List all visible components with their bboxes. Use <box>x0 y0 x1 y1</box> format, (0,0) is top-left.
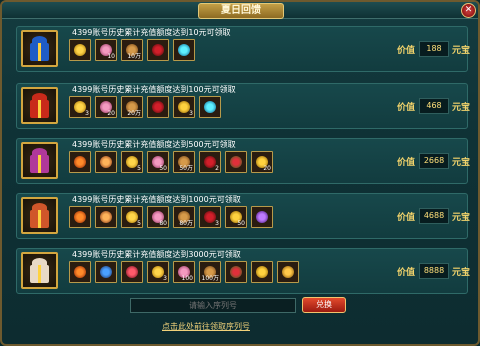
value-unit: 元宝 <box>452 158 471 168</box>
blue-orb-icon[interactable] <box>199 96 221 118</box>
item-count: 20万 <box>127 110 141 117</box>
value-label: 价值 <box>397 268 416 278</box>
redeem-button[interactable]: 兑换 <box>302 297 346 313</box>
item-count: 3 <box>85 110 89 117</box>
gold-bar-icon[interactable]: 20 <box>251 151 273 173</box>
get-serial-link[interactable]: 点击此处前往领取序列号 <box>162 321 250 332</box>
gold-orb-icon[interactable]: 5 <box>121 151 143 173</box>
item-count: 20 <box>107 110 115 117</box>
pink-gem-icon[interactable]: 80 <box>147 206 169 228</box>
gold-bar-icon[interactable]: 3 <box>173 96 195 118</box>
rose-icon[interactable] <box>147 39 169 61</box>
gold-ring-icon[interactable] <box>277 261 299 283</box>
value-label: 价值 <box>397 213 416 223</box>
item-count: 3 <box>189 110 193 117</box>
blue-orb-icon[interactable] <box>173 39 195 61</box>
gift-box-icon[interactable] <box>21 142 58 179</box>
item-count: 3 <box>163 275 167 282</box>
tier-requirement-text: 4399账号历史累计充值额度达到1000元可领取 <box>72 195 241 204</box>
gold-bar-icon[interactable] <box>251 261 273 283</box>
reward-tier-row: 4399账号历史累计充值额度达到3000元可领取 3 100 100万 价值 8888 … <box>16 248 471 294</box>
value-amount: 188 <box>419 41 449 57</box>
reward-tier-row: 4399账号历史累计充值额度达到1000元可领取 5 80 80万 3 50 价值 4688… <box>16 193 471 239</box>
tier-value: 价值 468 元宝 <box>397 98 471 114</box>
item-count: 100 <box>181 275 193 282</box>
item-count: 50万 <box>179 165 193 172</box>
blue-armor-icon[interactable] <box>95 261 117 283</box>
redeem-area: 兑换 点击此处前往领取序列号 <box>2 292 478 344</box>
red-gem-icon[interactable] <box>121 261 143 283</box>
fire-orb-icon[interactable] <box>69 206 91 228</box>
gift-box-icon[interactable] <box>21 87 58 124</box>
item-count: 80万 <box>179 220 193 227</box>
tier-requirement-text: 4399账号历史累计充值额度达到3000元可领取 <box>72 250 241 259</box>
item-count: 5 <box>137 165 141 172</box>
gold-bar-icon[interactable]: 50 <box>225 206 247 228</box>
copper-coin-icon[interactable]: 50万 <box>173 151 195 173</box>
item-count: 10万 <box>127 53 141 60</box>
value-label: 价值 <box>397 158 416 168</box>
reward-tier-row: 4399账号历史累计充值额度达到10元可领取 10 10万 价值 188 元宝 <box>16 26 471 72</box>
gift-box-icon[interactable] <box>21 30 58 67</box>
item-count: 3 <box>215 220 219 227</box>
value-unit: 元宝 <box>452 268 471 278</box>
rose-icon[interactable]: 2 <box>199 151 221 173</box>
tier-value: 价值 8888 元宝 <box>397 263 471 279</box>
rose-icon[interactable]: 3 <box>199 206 221 228</box>
item-count: 10 <box>107 53 115 60</box>
fire-orb-icon[interactable] <box>69 261 91 283</box>
tier-value: 价值 2668 元宝 <box>397 153 471 169</box>
gold-orb-icon[interactable]: 5 <box>121 206 143 228</box>
copper-coin-icon[interactable]: 10万 <box>121 39 143 61</box>
item-count: 5 <box>137 220 141 227</box>
serial-input[interactable] <box>130 298 296 313</box>
pink-gem-icon[interactable]: 50 <box>147 151 169 173</box>
title-bar: 夏日回馈 ✕ <box>2 2 478 19</box>
rose-bouquet-icon[interactable] <box>225 151 247 173</box>
item-count: 20 <box>263 165 271 172</box>
value-amount: 2668 <box>419 153 449 169</box>
reward-tier-row: 4399账号历史累计充值额度达到500元可领取 5 50 50万 2 20 价值 2668 … <box>16 138 471 184</box>
pink-gem-icon[interactable]: 10 <box>95 39 117 61</box>
item-count: 100万 <box>201 275 219 282</box>
dragon-token-icon[interactable] <box>95 151 117 173</box>
window-title: 夏日回馈 <box>198 3 284 19</box>
value-amount: 468 <box>419 98 449 114</box>
gift-box-icon[interactable] <box>21 197 58 234</box>
copper-coin-icon[interactable]: 20万 <box>121 96 143 118</box>
gold-orb-icon[interactable]: 3 <box>147 261 169 283</box>
tier-requirement-text: 4399账号历史累计充值额度达到10元可领取 <box>72 28 231 37</box>
fire-orb-icon[interactable] <box>69 151 91 173</box>
value-unit: 元宝 <box>452 46 471 56</box>
copper-coin-icon[interactable]: 80万 <box>173 206 195 228</box>
item-count: 50 <box>159 165 167 172</box>
tier-requirement-text: 4399账号历史累计充值额度达到100元可领取 <box>72 85 236 94</box>
pink-gem-icon[interactable]: 100 <box>173 261 195 283</box>
pink-gem-icon[interactable]: 20 <box>95 96 117 118</box>
close-icon[interactable]: ✕ <box>461 3 476 18</box>
gold-orb-icon[interactable] <box>69 39 91 61</box>
purple-orb-icon[interactable] <box>251 206 273 228</box>
tier-requirement-text: 4399账号历史累计充值额度达到500元可领取 <box>72 140 236 149</box>
tier-value: 价值 4688 元宝 <box>397 208 471 224</box>
item-count: 80 <box>159 220 167 227</box>
value-unit: 元宝 <box>452 103 471 113</box>
tier-value: 价值 188 元宝 <box>397 41 471 57</box>
item-count: 2 <box>215 165 219 172</box>
value-amount: 8888 <box>419 263 449 279</box>
item-count: 50 <box>237 220 245 227</box>
summer-reward-window: 夏日回馈 ✕ 4399账号历史累计充值额度达到10元可领取 10 10万 价值 188… <box>0 0 480 346</box>
rose-icon[interactable] <box>147 96 169 118</box>
copper-coin-icon[interactable]: 100万 <box>199 261 221 283</box>
rose-bouquet-icon[interactable] <box>225 261 247 283</box>
gold-orb-icon[interactable]: 3 <box>69 96 91 118</box>
dragon-token-icon[interactable] <box>95 206 117 228</box>
value-label: 价值 <box>397 103 416 113</box>
value-unit: 元宝 <box>452 213 471 223</box>
gift-box-icon[interactable] <box>21 252 58 289</box>
reward-tier-row: 4399账号历史累计充值额度达到100元可领取 3 20 20万 3 价值 468 元宝 <box>16 83 471 129</box>
value-label: 价值 <box>397 46 416 56</box>
value-amount: 4688 <box>419 208 449 224</box>
